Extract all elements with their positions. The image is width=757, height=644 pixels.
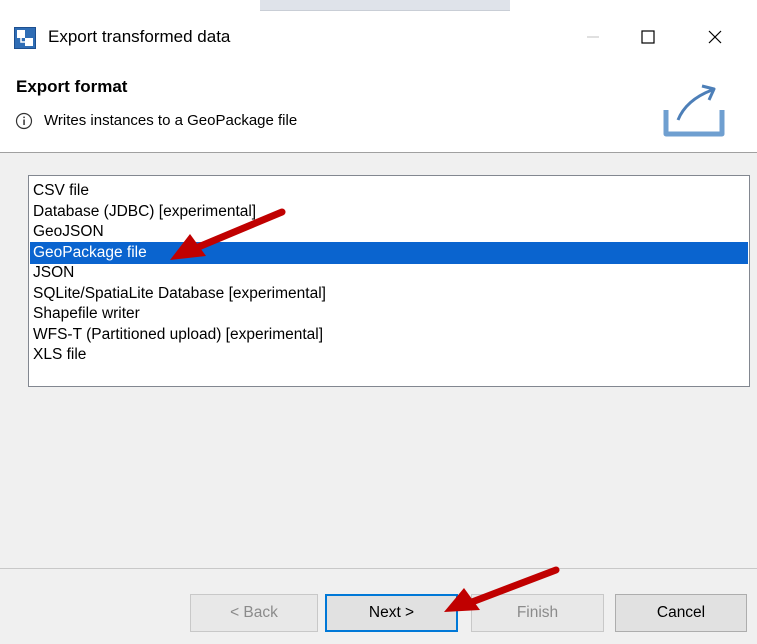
list-item[interactable]: Database (JDBC) [experimental] [30, 201, 748, 223]
list-item[interactable]: JSON [30, 262, 748, 284]
list-item[interactable]: XLS file [30, 344, 748, 366]
header-message: Writes instances to a GeoPackage file [44, 112, 298, 129]
list-item[interactable]: Shapefile writer [30, 303, 748, 325]
page-title: Export format [16, 77, 128, 96]
list-item[interactable]: SQLite/SpatiaLite Database [experimental… [30, 283, 748, 305]
maximize-icon [641, 30, 655, 44]
list-item[interactable]: GeoPackage file [30, 241, 748, 264]
wizard-header: Export format Writes instances to a GeoP… [0, 60, 757, 153]
close-button[interactable] [697, 22, 733, 52]
list-item[interactable]: GeoJSON [30, 221, 748, 243]
title-bar: Export transformed data [0, 14, 757, 60]
export-tray-icon [663, 84, 725, 137]
top-strip [0, 0, 757, 14]
wizard-content: CSV file Database (JDBC) [experimental] Ge… [0, 153, 757, 644]
minimize-button[interactable] [575, 22, 611, 52]
red-arrow-icon [170, 208, 286, 260]
button-bar-separator [0, 568, 757, 569]
list-item[interactable]: CSV file [30, 180, 748, 202]
close-icon [708, 30, 722, 44]
export-app-icon [14, 27, 36, 49]
cancel-button[interactable]: Cancel [615, 594, 747, 632]
red-arrow-icon [444, 566, 560, 612]
list-item[interactable]: WFS-T (Partitioned upload) [experimental… [30, 324, 748, 346]
minimize-icon [587, 36, 599, 38]
maximize-button[interactable] [630, 22, 666, 52]
info-icon [15, 112, 33, 130]
export-format-list[interactable]: CSV file Database (JDBC) [experimental] Ge… [28, 175, 750, 387]
back-button[interactable]: < Back [190, 594, 318, 632]
background-window-edge [260, 0, 510, 11]
window-title: Export transformed data [48, 27, 231, 46]
